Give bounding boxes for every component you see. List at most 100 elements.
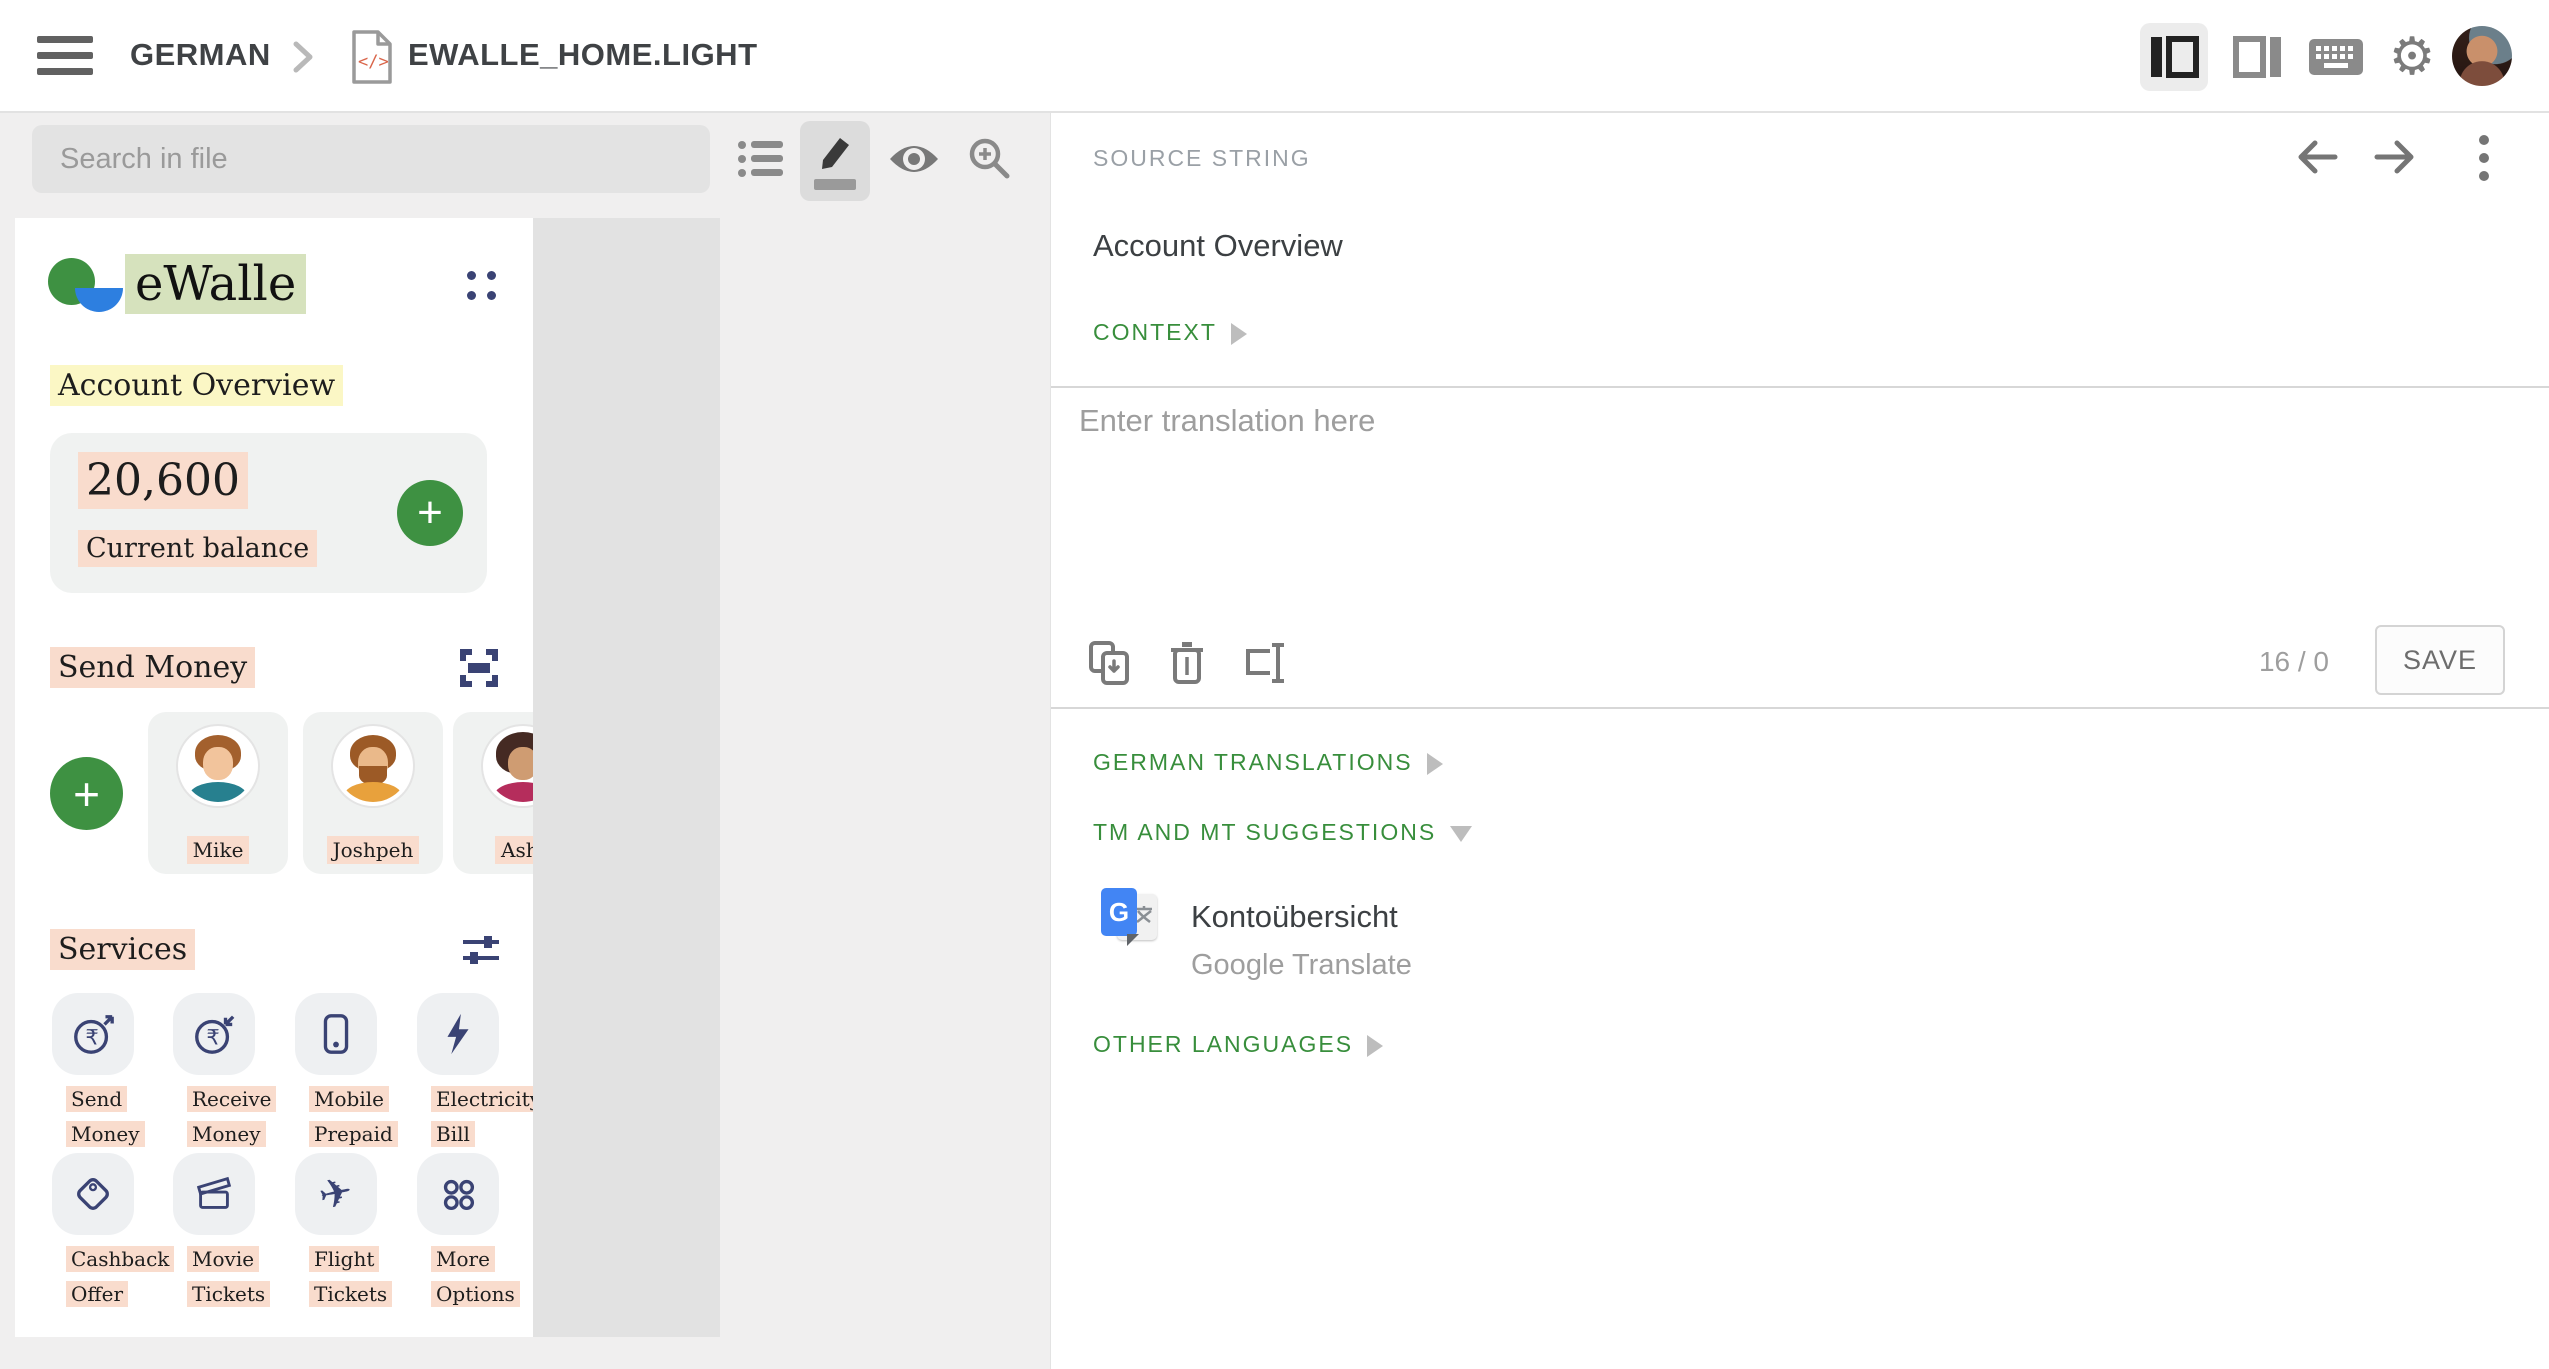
settings-button[interactable]: ⚙	[2378, 23, 2446, 91]
electricity-bolt-icon	[435, 1011, 481, 1057]
svg-text:</>: </>	[358, 52, 389, 72]
service-label: Receive Money	[187, 1082, 283, 1152]
plane-icon: ✈	[315, 1168, 357, 1220]
copy-source-button[interactable]	[1083, 635, 1135, 691]
service-flight-tickets[interactable]: ✈	[295, 1153, 377, 1235]
preview-mode-button[interactable]	[886, 131, 942, 187]
hamburger-menu-icon[interactable]	[37, 34, 95, 83]
grid-menu-icon[interactable]	[467, 271, 497, 301]
string-list-view-button[interactable]	[733, 131, 789, 187]
balance-card: 20,600 Current balance +	[50, 433, 487, 593]
pencil-icon	[815, 133, 855, 173]
service-cashback-offer[interactable]	[52, 1153, 134, 1235]
contact-card[interactable]: Mike	[148, 712, 288, 874]
collapsed-triangle-icon	[1231, 323, 1247, 345]
dots-grid-icon	[435, 1171, 481, 1217]
service-label: Movie Tickets	[187, 1242, 283, 1312]
clapperboard-icon	[191, 1171, 237, 1217]
gear-icon: ⚙	[2389, 31, 2436, 83]
source-string-label: SOURCE STRING	[1093, 145, 1311, 172]
contact-name: Ashl	[453, 838, 533, 862]
divider	[1051, 386, 2549, 388]
kebab-menu-icon	[2477, 133, 2491, 183]
google-translate-icon[interactable]: G	[1101, 888, 1159, 948]
service-label: Electricity Bill	[431, 1082, 527, 1152]
previous-string-button[interactable]	[2293, 135, 2341, 184]
select-frame-icon[interactable]	[459, 648, 499, 692]
app-name-string[interactable]: eWalle	[125, 254, 306, 314]
collapsed-triangle-icon	[1427, 753, 1443, 775]
clear-translation-button[interactable]	[1161, 635, 1213, 691]
eye-icon	[888, 141, 940, 177]
contact-name: Mike	[148, 838, 288, 862]
svg-text:₹: ₹	[85, 1025, 98, 1050]
other-languages-toggle[interactable]: OTHER LANGUAGES	[1093, 1031, 1383, 1058]
trash-icon	[1169, 640, 1205, 686]
service-more-options[interactable]	[417, 1153, 499, 1235]
service-electricity-bill[interactable]	[417, 993, 499, 1075]
breadcrumb-file-name: EWALLE_HOME.LIGHT	[408, 37, 758, 73]
zoom-in-icon	[967, 136, 1013, 182]
keyboard-icon	[2308, 36, 2364, 78]
services-string[interactable]: Services	[50, 932, 195, 967]
filter-sliders-icon[interactable]	[462, 934, 500, 970]
translate-g-letter: G	[1101, 888, 1137, 936]
more-options-button[interactable]	[2477, 133, 2491, 188]
preview-overflow-area	[533, 218, 720, 1337]
user-avatar[interactable]	[2452, 26, 2512, 86]
balance-label-string[interactable]: Current balance	[78, 533, 317, 564]
design-preview: eWalle Account Overview 20,600 Current b…	[15, 218, 533, 1337]
layout-right-panel-button[interactable]	[2224, 23, 2292, 91]
contact-avatar	[178, 726, 258, 806]
price-tag-icon	[70, 1171, 116, 1217]
next-string-button[interactable]	[2371, 135, 2419, 184]
keyboard-shortcuts-button[interactable]	[2302, 23, 2370, 91]
service-receive-money[interactable]: ₹	[173, 993, 255, 1075]
service-label: Mobile Prepaid	[309, 1082, 405, 1152]
contact-card[interactable]: Ashl	[453, 712, 533, 874]
add-balance-button[interactable]: +	[397, 480, 463, 546]
contact-card[interactable]: Joshpeh	[303, 712, 443, 874]
layout-right-icon	[2233, 34, 2283, 80]
chevron-right-icon	[290, 40, 316, 79]
add-contact-button[interactable]: +	[50, 757, 123, 830]
layout-left-icon	[2149, 34, 2199, 80]
list-icon	[737, 137, 785, 181]
contact-avatar	[483, 726, 533, 806]
source-string-value: Account Overview	[1093, 228, 1343, 264]
send-money-string[interactable]: Send Money	[50, 650, 255, 685]
service-movie-tickets[interactable]	[173, 1153, 255, 1235]
mobile-prepaid-icon	[313, 1011, 359, 1057]
suggestion-provider: Google Translate	[1191, 949, 1412, 982]
edit-mode-button[interactable]	[800, 121, 870, 201]
context-section-toggle[interactable]: CONTEXT	[1093, 319, 1247, 346]
account-overview-string[interactable]: Account Overview	[50, 368, 343, 403]
svg-text:₹: ₹	[206, 1025, 219, 1050]
balance-amount-string[interactable]: 20,600	[78, 455, 248, 506]
text-cursor-box-icon	[1242, 641, 1288, 685]
service-label: More Options	[431, 1242, 527, 1312]
save-button[interactable]: SAVE	[2375, 625, 2505, 695]
service-mobile-prepaid[interactable]	[295, 993, 377, 1075]
service-label: Send Money	[66, 1082, 162, 1152]
ewalle-logo-icon-accent	[75, 288, 123, 312]
search-input[interactable]	[32, 125, 710, 193]
german-translations-toggle[interactable]: GERMAN TRANSLATIONS	[1093, 749, 1443, 776]
zoom-button[interactable]	[962, 131, 1018, 187]
translate-fold-shape	[1127, 934, 1139, 946]
suggestion-text[interactable]: Kontoübersicht	[1191, 899, 1398, 935]
expanded-triangle-icon	[1450, 826, 1472, 842]
breadcrumb-language[interactable]: GERMAN	[130, 37, 271, 73]
top-bar: GERMAN </> EWALLE_HOME.LIGHT	[0, 0, 2549, 113]
char-counter: 16 / 0	[2259, 646, 2329, 678]
insert-placeholder-button[interactable]	[1239, 635, 1291, 691]
layout-left-panel-button[interactable]	[2140, 23, 2208, 91]
arrow-right-icon	[2371, 135, 2419, 179]
collapsed-triangle-icon	[1367, 1035, 1383, 1057]
send-money-icon: ₹	[70, 1011, 116, 1057]
service-send-money[interactable]: ₹	[52, 993, 134, 1075]
receive-money-icon: ₹	[191, 1011, 237, 1057]
translation-input[interactable]	[1079, 403, 2499, 633]
tm-mt-suggestions-toggle[interactable]: TM AND MT SUGGESTIONS	[1093, 819, 1472, 846]
service-label: Cashback Offer	[66, 1242, 162, 1312]
